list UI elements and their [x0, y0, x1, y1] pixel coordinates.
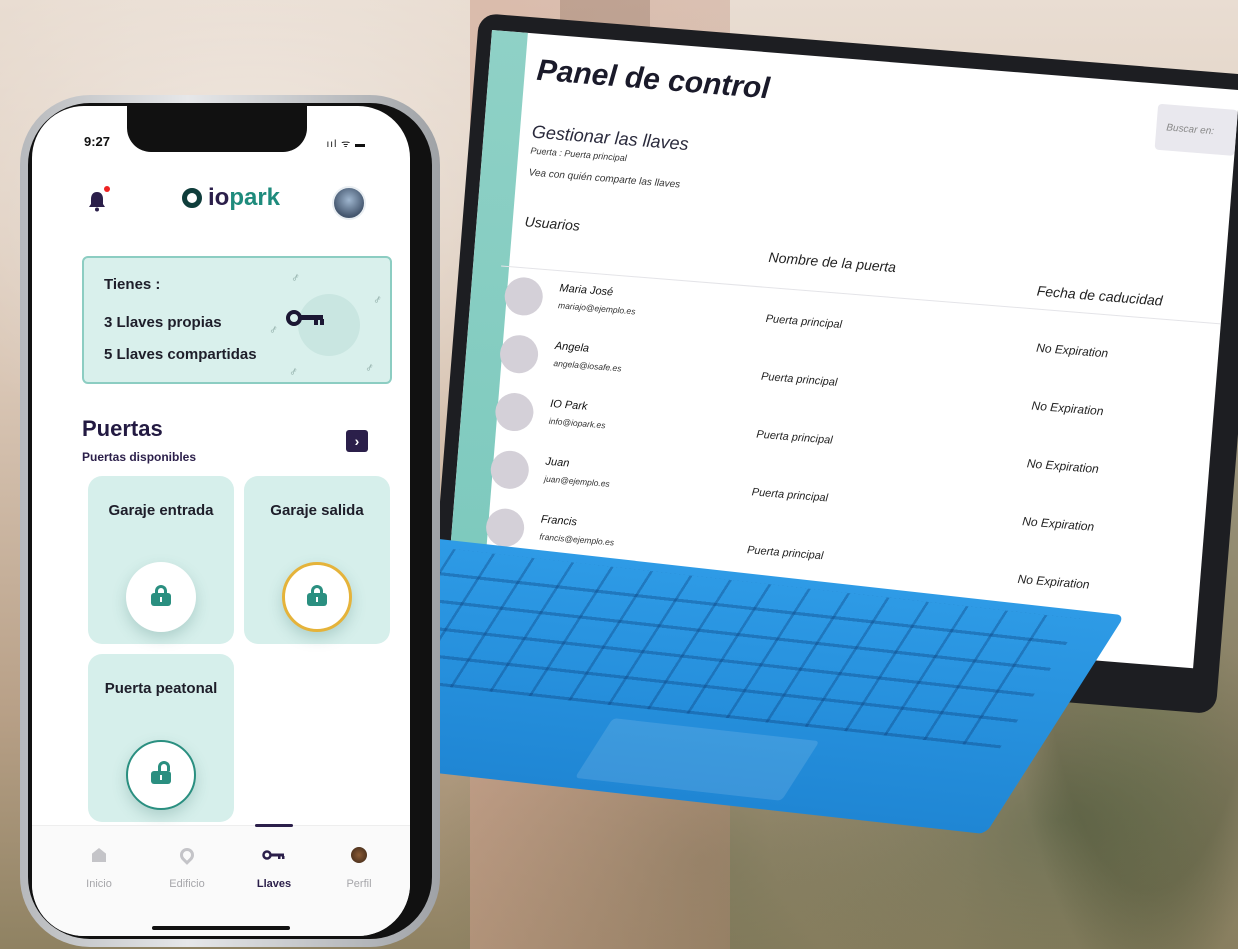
keys-summary-title: Tienes : — [104, 276, 161, 293]
door-name: Garaje salida — [270, 502, 364, 519]
iopark-logo: iopark — [182, 184, 280, 212]
user-name: Angela — [554, 340, 590, 355]
expiry-date: No Expiration — [1026, 456, 1100, 477]
page-title: Panel de control — [535, 53, 771, 106]
logo-ring-icon — [182, 188, 202, 208]
lock-button-in-progress[interactable] — [282, 562, 352, 632]
status-time: 9:27 — [84, 134, 111, 149]
doors-subtitle: Puertas disponibles — [82, 450, 197, 464]
logo-text-park: park — [229, 184, 281, 211]
door-name: Garaje entrada — [108, 502, 214, 519]
avatar — [503, 275, 545, 317]
door-name: Puerta principal — [760, 370, 838, 389]
notification-bell-icon[interactable] — [88, 190, 106, 212]
user-email: info@iopark.es — [548, 415, 606, 431]
tab-inicio[interactable]: Inicio — [64, 842, 134, 890]
door-card-garaje-salida[interactable]: Garaje salida — [244, 476, 390, 644]
door-name: Puerta principal — [746, 544, 824, 563]
column-header-users[interactable]: Usuarios — [524, 213, 580, 233]
key-icon — [286, 310, 324, 326]
notification-dot — [104, 186, 110, 192]
decorative-key-icon: ⚷ — [364, 361, 375, 374]
tab-edificio[interactable]: Edificio — [152, 842, 222, 890]
column-header-expiry[interactable]: Fecha de caducidad — [1036, 283, 1163, 309]
decorative-key-icon: ⚷ — [290, 271, 301, 284]
expiry-date: No Expiration — [1017, 571, 1091, 592]
expiry-date: No Expiration — [1031, 398, 1105, 419]
tab-label: Edificio — [169, 878, 205, 890]
status-icons: ııl ᯤ ▬ — [326, 139, 366, 150]
tab-label: Inicio — [86, 878, 112, 890]
avatar — [498, 333, 540, 375]
chevron-right-icon: › — [354, 433, 360, 449]
tab-label: Llaves — [256, 878, 292, 890]
user-email: angela@iosafe.es — [553, 358, 622, 374]
key-icon — [262, 850, 285, 860]
expiry-date: No Expiration — [1035, 340, 1109, 361]
profile-avatar[interactable] — [332, 186, 366, 220]
lock-icon — [307, 585, 327, 606]
avatar — [493, 391, 535, 433]
doors-next-button[interactable]: › — [346, 430, 368, 452]
home-icon — [92, 848, 106, 862]
user-name: Juan — [545, 455, 570, 470]
logo-text: iopark — [208, 184, 280, 212]
user-email: juan@ejemplo.es — [543, 473, 611, 489]
doors-title: Puertas — [82, 416, 163, 441]
door-name: Puerta principal — [755, 428, 834, 447]
user-email: mariajo@ejemplo.es — [557, 300, 636, 317]
active-tab-indicator — [255, 824, 293, 827]
location-pin-icon — [177, 845, 197, 865]
user-name: Francis — [540, 513, 578, 529]
avatar-icon — [351, 847, 367, 863]
user-email: francis@ejemplo.es — [539, 531, 615, 548]
tab-perfil[interactable]: Perfil — [324, 842, 394, 890]
column-header-door[interactable]: Nombre de la puerta — [768, 249, 897, 275]
tab-llaves[interactable]: Llaves — [239, 842, 309, 890]
shared-keys-count: 5 Llaves compartidas — [104, 346, 257, 363]
expiry-date: No Expiration — [1021, 514, 1095, 534]
trackpad[interactable] — [574, 718, 820, 801]
decorative-key-icon: ⚷ — [372, 293, 383, 306]
phone-app-screen: 9:27 ııl ᯤ ▬ iopark Tienes : 3 Llaves pr… — [32, 106, 410, 936]
avatar — [489, 449, 531, 491]
decorative-key-icon: ⚷ — [268, 323, 279, 336]
own-keys-count: 3 Llaves propias — [104, 314, 222, 331]
door-name: Puerta peatonal — [104, 680, 218, 697]
lock-button[interactable] — [126, 562, 196, 632]
share-description: Vea con quién comparte las llaves — [528, 167, 681, 191]
logo-text-io: io — [208, 184, 230, 211]
user-name: IO Park — [549, 397, 588, 413]
door-card-puerta-peatonal[interactable]: Puerta peatonal — [88, 654, 234, 822]
avatar — [484, 507, 526, 549]
tab-label: Perfil — [346, 878, 372, 890]
unlock-button[interactable] — [126, 740, 196, 810]
decorative-key-icon: ⚷ — [288, 365, 299, 378]
door-card-garaje-entrada[interactable]: Garaje entrada — [88, 476, 234, 644]
lock-icon — [151, 585, 171, 606]
door-name: Puerta principal — [765, 312, 843, 331]
bottom-tab-bar: Inicio Edificio Llaves Perfil — [32, 824, 410, 936]
keys-summary-card[interactable]: Tienes : 3 Llaves propias 5 Llaves compa… — [82, 256, 392, 384]
door-name: Puerta principal — [751, 486, 829, 505]
home-indicator — [152, 926, 290, 930]
user-name: Maria José — [559, 282, 614, 299]
search-input[interactable]: Buscar en: — [1154, 103, 1238, 156]
phone-notch — [127, 106, 307, 152]
unlocked-lock-icon — [151, 761, 171, 784]
